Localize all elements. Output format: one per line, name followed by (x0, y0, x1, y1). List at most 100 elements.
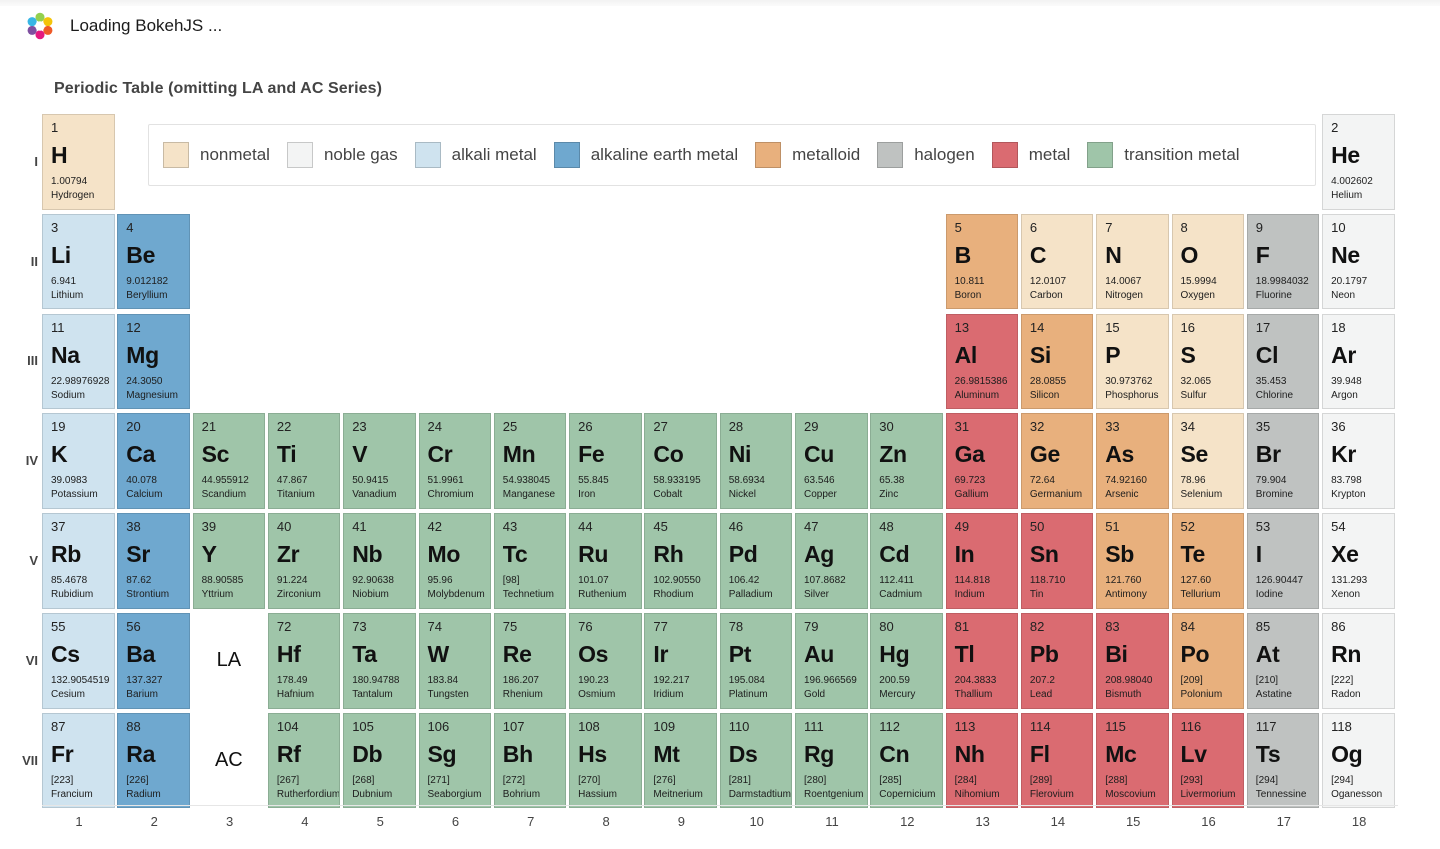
element-cell[interactable]: 27 Co 58.933195 Cobalt (644, 413, 717, 509)
element-cell[interactable]: 47 Ag 107.8682 Silver (795, 513, 868, 609)
element-cell[interactable]: 104 Rf [267] Rutherfordium (267, 712, 341, 809)
element-cell[interactable]: 14 Si 28.0855 Silicon (1020, 313, 1094, 410)
element-cell[interactable]: 15 P 30.973762 Phosphorus (1096, 313, 1169, 410)
element-cell[interactable]: 42 Mo 95.96 Molybdenum (418, 513, 491, 609)
element-cell[interactable]: 75 Re 186.207 Rhenium (493, 613, 567, 709)
element-cell[interactable]: 52 Te 127.60 Tellurium (1171, 513, 1244, 609)
element-cell[interactable]: 4 Be 9.012182 Beryllium (117, 213, 190, 310)
element-cell[interactable]: 118 Og [294] Oganesson (1322, 712, 1395, 809)
element-cell[interactable]: 114 Fl [289] Flerovium (1020, 712, 1094, 809)
element-cell[interactable]: 115 Mc [288] Moscovium (1096, 712, 1169, 809)
element-cell[interactable]: 51 Sb 121.760 Antimony (1096, 513, 1169, 609)
element-cell[interactable]: 81 Tl 204.3833 Thallium (945, 613, 1019, 709)
element-cell[interactable]: 54 Xe 131.293 Xenon (1322, 513, 1395, 609)
element-cell[interactable]: 12 Mg 24.3050 Magnesium (117, 313, 190, 410)
element-symbol: Sc (201, 441, 230, 468)
element-cell[interactable]: 6 C 12.0107 Carbon (1020, 213, 1094, 310)
element-cell[interactable]: 37 Rb 85.4678 Rubidium (42, 513, 115, 609)
element-cell[interactable]: 117 Ts [294] Tennessine (1246, 712, 1320, 809)
element-cell[interactable]: 20 Ca 40.078 Calcium (117, 413, 190, 509)
element-cell[interactable]: 78 Pt 195.084 Platinum (719, 613, 793, 709)
element-cell[interactable]: 76 Os 190.23 Osmium (569, 613, 642, 709)
element-cell[interactable]: 85 At [210] Astatine (1246, 613, 1320, 709)
element-cell[interactable]: 80 Hg 200.59 Mercury (870, 613, 943, 709)
element-cell[interactable]: 88 Ra [226] Radium (117, 712, 190, 809)
element-cell[interactable]: 10 Ne 20.1797 Neon (1322, 213, 1395, 310)
element-cell[interactable]: 26 Fe 55.845 Iron (569, 413, 642, 509)
element-cell[interactable]: 83 Bi 208.98040 Bismuth (1096, 613, 1169, 709)
element-cell[interactable]: 87 Fr [223] Francium (42, 712, 115, 809)
element-cell[interactable]: 112 Cn [285] Copernicium (870, 712, 943, 809)
element-cell[interactable]: 29 Cu 63.546 Copper (795, 413, 868, 509)
element-atomic-mass: 69.723 (954, 475, 986, 487)
element-cell[interactable]: 79 Au 196.966569 Gold (795, 613, 868, 709)
element-cell[interactable]: 35 Br 79.904 Bromine (1246, 413, 1320, 509)
element-cell[interactable]: 113 Nh [284] Nihomium (945, 712, 1019, 809)
element-cell[interactable]: 1 H 1.00794 Hydrogen (42, 114, 115, 210)
element-atomic-mass: 126.90447 (1255, 575, 1304, 587)
element-cell[interactable]: 34 Se 78.96 Selenium (1171, 413, 1244, 509)
element-cell[interactable]: 77 Ir 192.217 Iridium (644, 613, 717, 709)
element-cell[interactable]: 49 In 114.818 Indium (945, 513, 1019, 609)
element-cell[interactable]: 24 Cr 51.9961 Chromium (418, 413, 491, 509)
element-cell[interactable]: 48 Cd 112.411 Cadmium (870, 513, 943, 609)
element-cell[interactable]: 74 W 183.84 Tungsten (418, 613, 491, 709)
element-cell[interactable]: 18 Ar 39.948 Argon (1322, 313, 1395, 410)
element-cell[interactable]: 19 K 39.0983 Potassium (42, 413, 115, 509)
element-cell[interactable]: 53 I 126.90447 Iodine (1246, 513, 1320, 609)
period-axis-label: VI (25, 652, 38, 668)
element-atomic-mass: 39.0983 (51, 475, 88, 487)
element-cell[interactable]: 22 Ti 47.867 Titanium (267, 413, 341, 509)
element-cell[interactable]: 86 Rn [222] Radon (1322, 613, 1395, 709)
element-cell[interactable]: 17 Cl 35.453 Chlorine (1246, 313, 1320, 410)
element-name: Fluorine (1255, 289, 1292, 301)
element-cell[interactable]: 2 He 4.002602 Helium (1322, 114, 1395, 210)
element-cell[interactable]: 41 Nb 92.90638 Niobium (343, 513, 416, 609)
element-cell[interactable]: 44 Ru 101.07 Ruthenium (569, 513, 642, 609)
element-cell[interactable]: 73 Ta 180.94788 Tantalum (343, 613, 416, 709)
element-cell[interactable]: 116 Lv [293] Livermorium (1171, 712, 1244, 809)
element-cell[interactable]: 45 Rh 102.90550 Rhodium (644, 513, 717, 609)
element-cell[interactable]: 40 Zr 91.224 Zirconium (267, 513, 341, 609)
element-cell[interactable]: 36 Kr 83.798 Krypton (1322, 413, 1395, 509)
element-cell[interactable]: 43 Tc [98] Technetium (493, 513, 567, 609)
element-cell[interactable]: 30 Zn 65.38 Zinc (870, 413, 943, 509)
element-cell[interactable]: 72 Hf 178.49 Hafnium (267, 613, 341, 709)
element-cell[interactable]: 25 Mn 54.938045 Manganese (493, 413, 567, 509)
element-symbol: Bh (502, 740, 533, 767)
element-cell[interactable]: 5 B 10.811 Boron (945, 213, 1019, 310)
element-cell[interactable]: 38 Sr 87.62 Strontium (117, 513, 190, 609)
element-cell[interactable]: 50 Sn 118.710 Tin (1020, 513, 1094, 609)
element-cell[interactable]: 84 Po [209] Polonium (1171, 613, 1244, 709)
element-cell[interactable]: 39 Y 88.90585 Yttrium (192, 513, 266, 609)
element-cell[interactable]: 23 V 50.9415 Vanadium (343, 413, 416, 509)
element-cell[interactable]: 3 Li 6.941 Lithium (42, 213, 115, 310)
element-symbol: I (1255, 541, 1262, 568)
element-cell[interactable]: 33 As 74.92160 Arsenic (1096, 413, 1169, 509)
element-cell[interactable]: 110 Ds [281] Darmstadtium (719, 712, 793, 809)
element-cell[interactable]: 28 Ni 58.6934 Nickel (719, 413, 793, 509)
element-cell[interactable]: 11 Na 22.98976928 Sodium (42, 313, 115, 410)
element-cell[interactable]: 107 Bh [272] Bohrium (493, 712, 567, 809)
element-cell[interactable]: 105 Db [268] Dubnium (343, 712, 416, 809)
element-cell[interactable]: 13 Al 26.9815386 Aluminum (945, 313, 1019, 410)
element-cell[interactable]: 56 Ba 137.327 Barium (117, 613, 190, 709)
element-cell[interactable]: 32 Ge 72.64 Germanium (1020, 413, 1094, 509)
element-cell[interactable]: 9 F 18.9984032 Fluorine (1246, 213, 1320, 310)
element-name: Iridium (653, 689, 684, 700)
element-cell[interactable]: 16 S 32.065 Sulfur (1171, 313, 1244, 410)
element-cell[interactable]: 108 Hs [270] Hassium (569, 712, 642, 809)
element-cell[interactable]: 21 Sc 44.955912 Scandium (192, 413, 266, 509)
element-cell[interactable]: 55 Cs 132.9054519 Cesium (42, 613, 115, 709)
element-cell[interactable]: 82 Pb 207.2 Lead (1020, 613, 1094, 709)
element-cell[interactable]: 7 N 14.0067 Nitrogen (1096, 213, 1169, 310)
element-cell[interactable]: 106 Sg [271] Seaborgium (418, 712, 491, 809)
element-cell[interactable]: 31 Ga 69.723 Gallium (945, 413, 1019, 509)
element-cell[interactable]: 8 O 15.9994 Oxygen (1171, 213, 1244, 310)
element-symbol: F (1255, 241, 1270, 268)
element-name: Indium (954, 589, 985, 601)
element-cell[interactable]: 111 Rg [280] Roentgenium (795, 712, 868, 809)
element-cell[interactable]: 46 Pd 106.42 Palladium (719, 513, 793, 609)
element-cell[interactable]: 109 Mt [276] Meitnerium (644, 712, 717, 809)
element-atomic-number: 88 (126, 718, 141, 734)
